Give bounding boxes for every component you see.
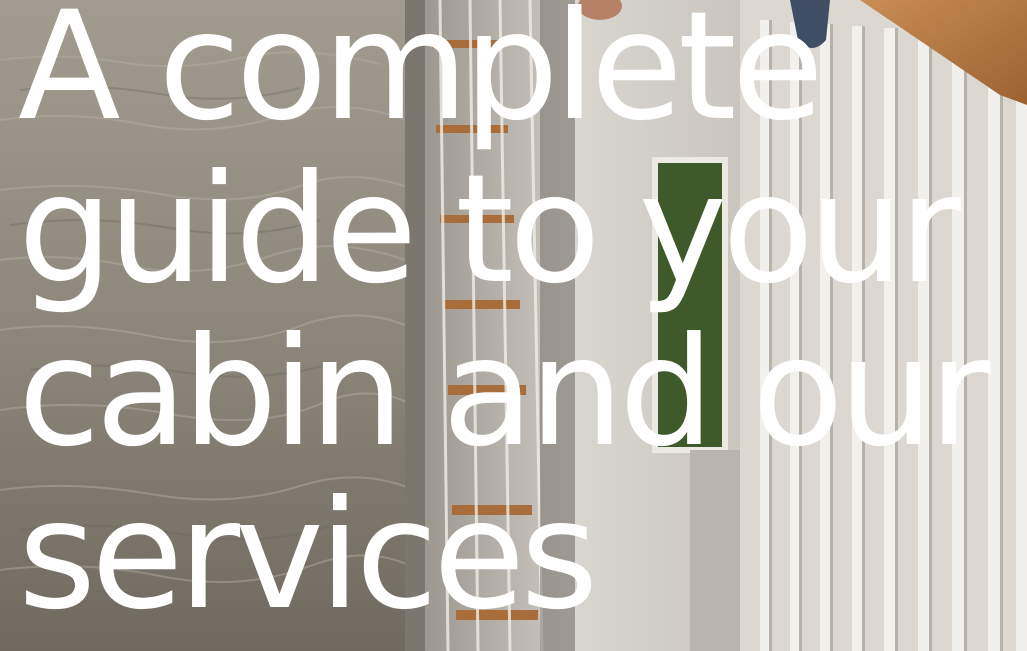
headline-line-2: guide to your [18,143,961,317]
page-headline: A complete guide to your cabin and our s… [18,0,1027,638]
hero-banner: A complete guide to your cabin and our s… [0,0,1027,651]
headline-line-4: services [18,469,598,643]
headline-line-1: A complete [18,0,824,154]
headline-line-3: cabin and our [18,306,990,480]
